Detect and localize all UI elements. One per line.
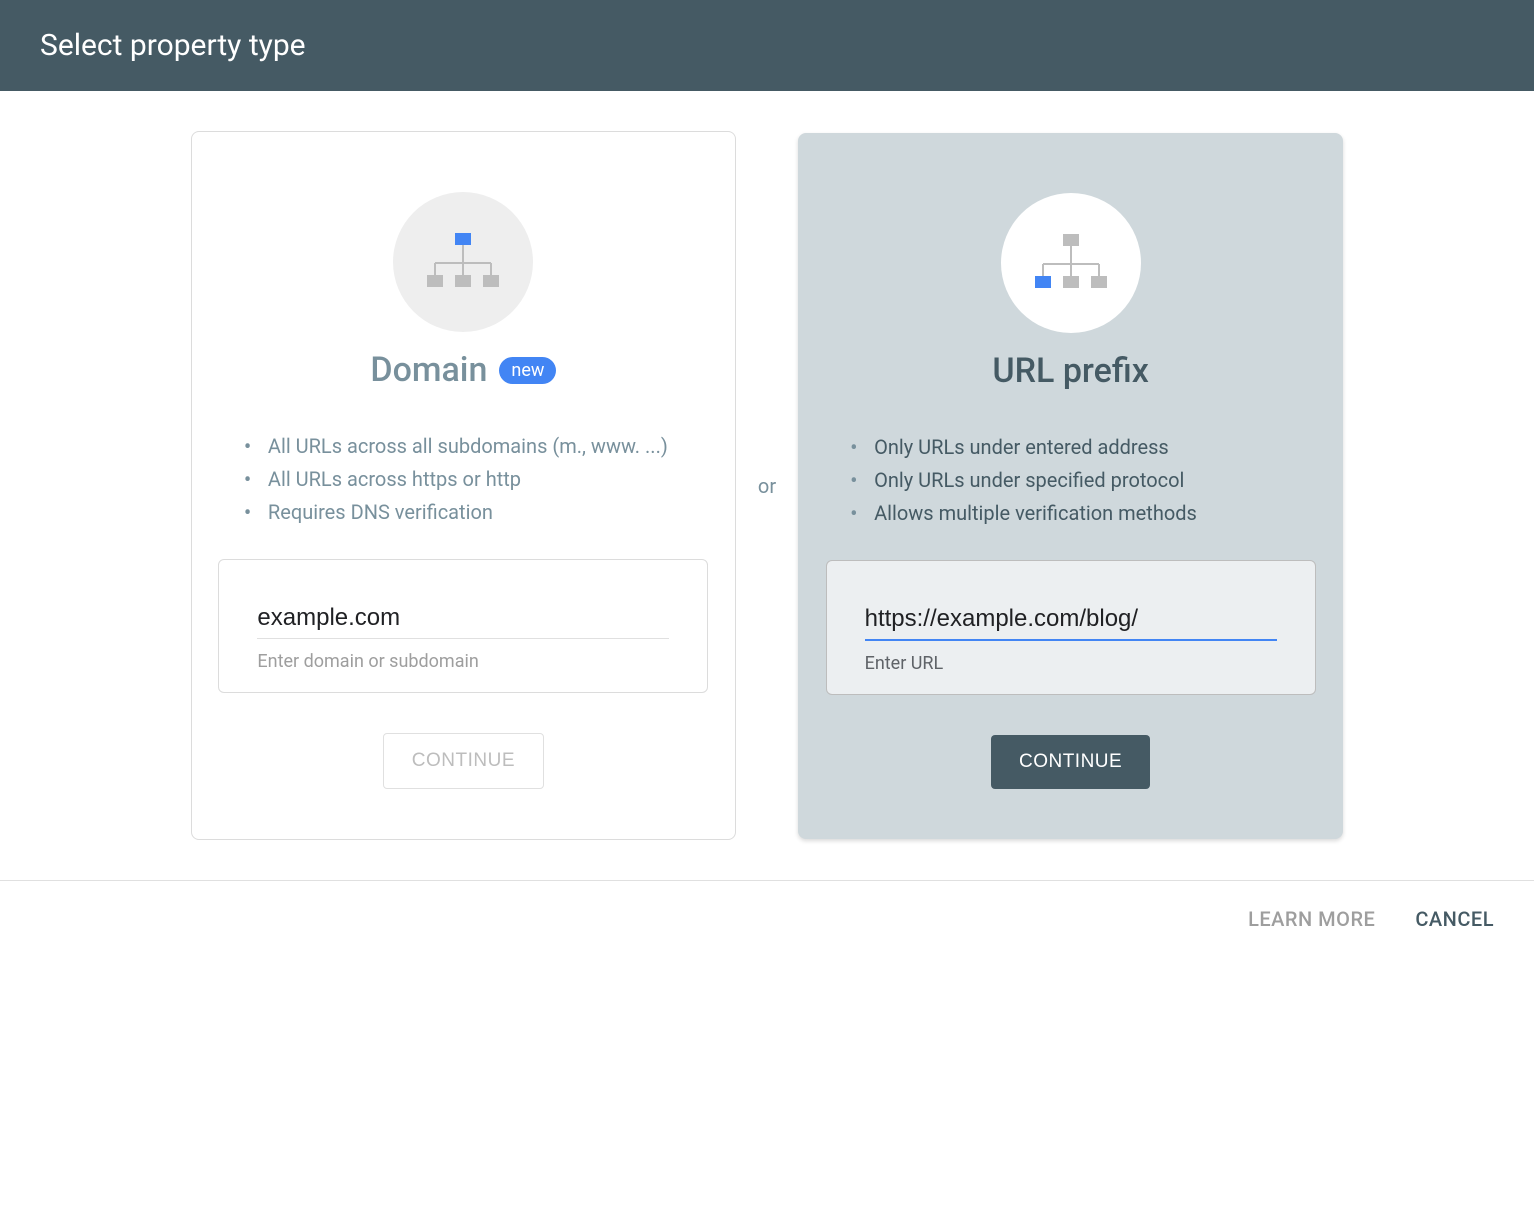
url-prefix-icon-circle bbox=[1001, 193, 1141, 333]
sitemap-domain-icon bbox=[424, 233, 502, 291]
url-prefix-feature-item: Allows multiple verification methods bbox=[844, 497, 1297, 530]
domain-input-container: Enter domain or subdomain bbox=[218, 559, 708, 693]
domain-icon-circle bbox=[393, 192, 533, 332]
dialog-title: Select property type bbox=[40, 28, 306, 63]
learn-more-link[interactable]: LEARN MORE bbox=[1248, 907, 1375, 931]
url-prefix-input[interactable] bbox=[865, 599, 1277, 641]
new-badge: new bbox=[499, 357, 556, 384]
url-prefix-card[interactable]: URL prefix Only URLs under entered addre… bbox=[798, 133, 1343, 839]
url-prefix-input-container: Enter URL bbox=[826, 560, 1316, 695]
dialog-content: Domain new All URLs across all subdomain… bbox=[0, 91, 1534, 880]
url-prefix-feature-item: Only URLs under entered address bbox=[844, 431, 1297, 464]
url-prefix-continue-button[interactable]: CONTINUE bbox=[991, 735, 1150, 789]
domain-continue-button[interactable]: CONTINUE bbox=[383, 733, 544, 789]
domain-feature-item: Requires DNS verification bbox=[238, 496, 689, 529]
url-prefix-feature-item: Only URLs under specified protocol bbox=[844, 464, 1297, 497]
domain-feature-item: All URLs across all subdomains (m., www.… bbox=[238, 430, 689, 463]
domain-title-row: Domain new bbox=[370, 350, 556, 390]
url-prefix-input-label: Enter URL bbox=[865, 653, 1277, 674]
domain-features-list: All URLs across all subdomains (m., www.… bbox=[220, 430, 707, 529]
url-prefix-title-row: URL prefix bbox=[992, 351, 1148, 391]
domain-card[interactable]: Domain new All URLs across all subdomain… bbox=[191, 131, 736, 840]
sitemap-url-prefix-icon bbox=[1032, 234, 1110, 292]
dialog-header: Select property type bbox=[0, 0, 1534, 91]
domain-feature-item: All URLs across https or http bbox=[238, 463, 689, 496]
domain-input-label: Enter domain or subdomain bbox=[257, 651, 669, 672]
url-prefix-features-list: Only URLs under entered address Only URL… bbox=[826, 431, 1315, 530]
dialog-footer: LEARN MORE CANCEL bbox=[0, 880, 1534, 957]
or-separator: or bbox=[756, 474, 778, 498]
domain-input[interactable] bbox=[257, 598, 669, 639]
url-prefix-title: URL prefix bbox=[992, 351, 1148, 391]
cancel-button[interactable]: CANCEL bbox=[1415, 907, 1494, 931]
domain-title: Domain bbox=[370, 350, 487, 390]
